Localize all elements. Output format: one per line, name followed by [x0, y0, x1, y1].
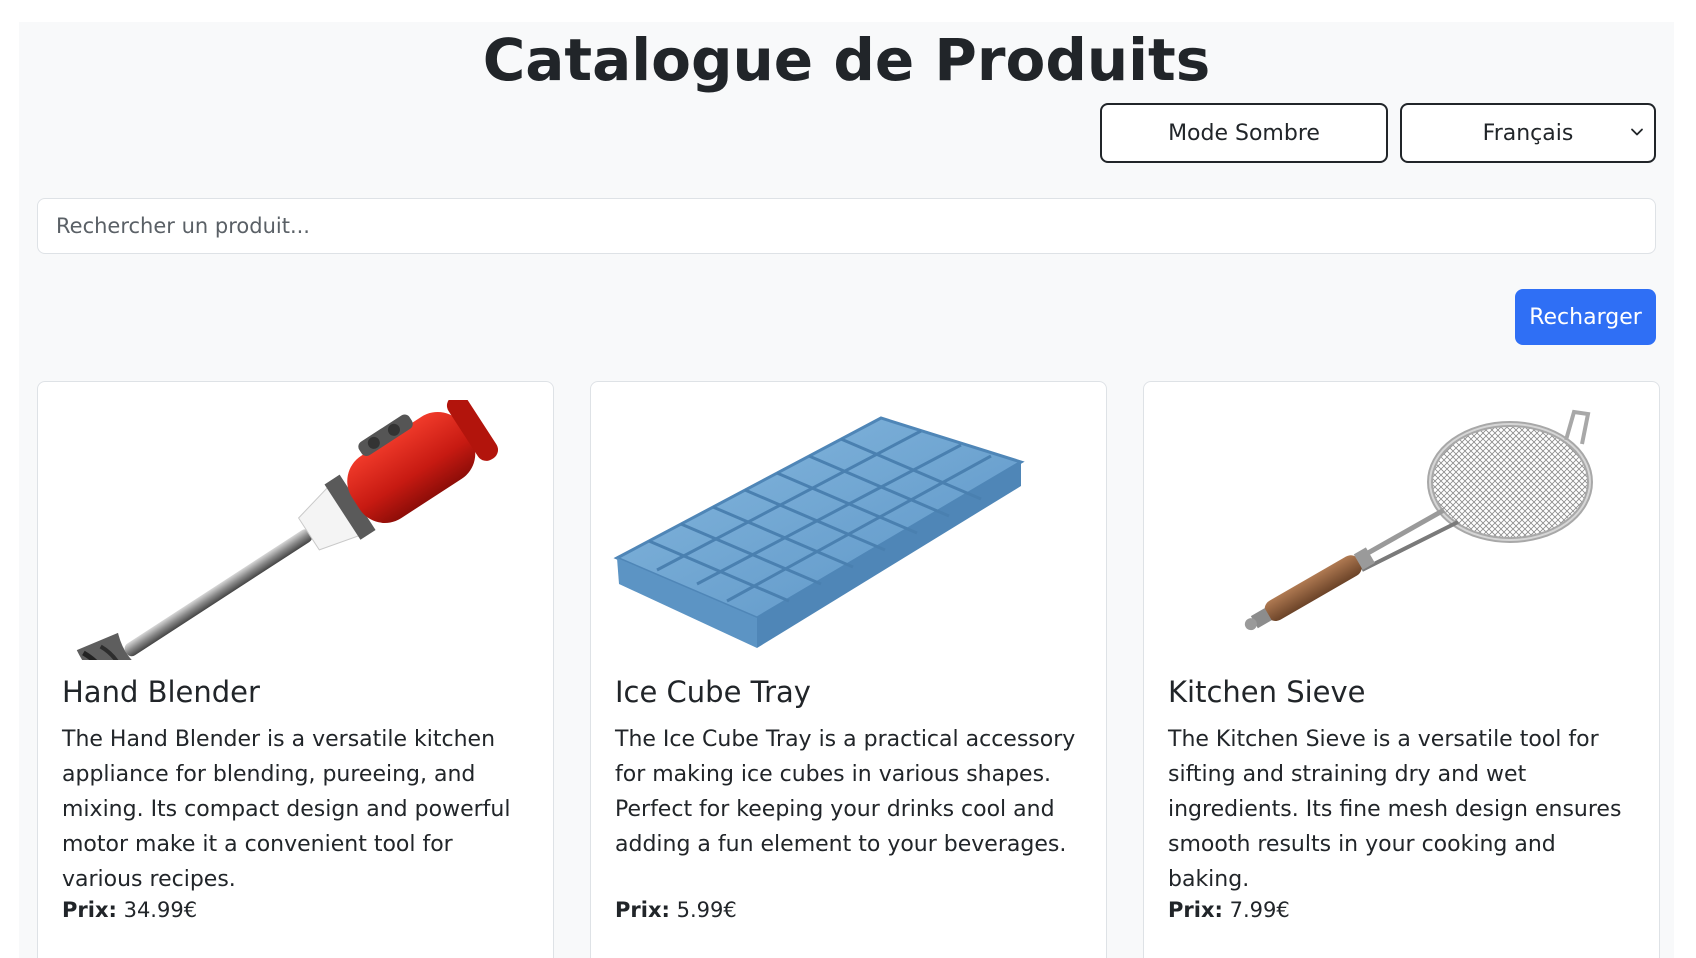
- price-label: Prix:: [1168, 898, 1223, 922]
- header-controls: Mode Sombre Français: [1100, 103, 1656, 163]
- language-selected-value: Français: [1482, 120, 1574, 146]
- dark-mode-button[interactable]: Mode Sombre: [1100, 103, 1388, 163]
- page-title: Catalogue de Produits: [482, 26, 1211, 94]
- product-card-body: Kitchen Sieve The Kitchen Sieve is a ver…: [1168, 672, 1641, 897]
- chevron-down-icon: [1631, 128, 1643, 136]
- product-description: The Hand Blender is a versatile kitchen …: [62, 727, 511, 892]
- product-price: Prix: 5.99€: [615, 898, 737, 922]
- search-input[interactable]: [37, 198, 1656, 254]
- price-label: Prix:: [615, 898, 670, 922]
- product-name: Ice Cube Tray: [615, 675, 811, 709]
- product-description: The Kitchen Sieve is a versatile tool fo…: [1168, 727, 1622, 892]
- kitchen-sieve-icon: [1244, 409, 1593, 631]
- product-price: Prix: 34.99€: [62, 898, 197, 922]
- product-grid: Hand Blender The Hand Blender is a versa…: [37, 381, 1660, 958]
- reload-button[interactable]: Recharger: [1515, 289, 1656, 345]
- page-container: Catalogue de Produits Mode Sombre França…: [19, 22, 1674, 958]
- product-card-body: Hand Blender The Hand Blender is a versa…: [62, 672, 535, 897]
- price-value: 34.99€: [123, 898, 198, 922]
- price-label: Prix:: [62, 898, 117, 922]
- ice-cube-tray-icon: [613, 416, 1025, 648]
- price-value: 7.99€: [1229, 898, 1290, 922]
- price-value: 5.99€: [676, 898, 737, 922]
- hand-blender-icon: [76, 400, 499, 660]
- product-price: Prix: 7.99€: [1168, 898, 1290, 922]
- product-name: Kitchen Sieve: [1168, 675, 1366, 709]
- language-select[interactable]: Français: [1400, 103, 1656, 163]
- product-description: The Ice Cube Tray is a practical accesso…: [615, 727, 1076, 857]
- product-card[interactable]: Ice Cube Tray The Ice Cube Tray is a pra…: [590, 381, 1107, 958]
- product-card[interactable]: Hand Blender The Hand Blender is a versa…: [37, 381, 554, 958]
- product-name: Hand Blender: [62, 675, 260, 709]
- product-card-body: Ice Cube Tray The Ice Cube Tray is a pra…: [615, 672, 1088, 862]
- product-card[interactable]: Kitchen Sieve The Kitchen Sieve is a ver…: [1143, 381, 1660, 958]
